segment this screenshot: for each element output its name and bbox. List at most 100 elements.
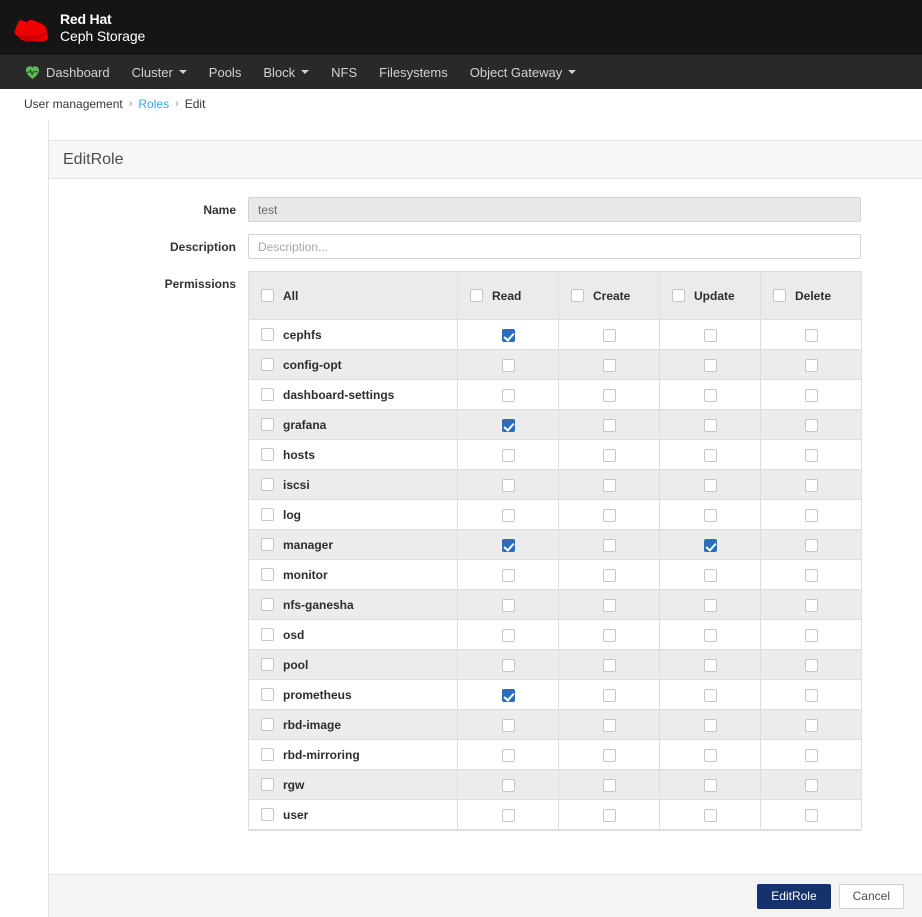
row-checkbox-read[interactable] [501, 689, 515, 703]
row-checkbox-create[interactable] [602, 359, 616, 373]
row-checkbox-all[interactable] [261, 778, 274, 791]
row-checkbox-update[interactable] [703, 659, 717, 673]
row-checkbox-create[interactable] [602, 419, 616, 433]
row-checkbox-create[interactable] [602, 809, 616, 823]
row-checkbox-all[interactable] [261, 718, 274, 731]
row-checkbox-read[interactable] [501, 539, 515, 553]
nav-item-filesystems[interactable]: Filesystems [368, 55, 459, 89]
row-checkbox-read[interactable] [501, 599, 515, 613]
nav-item-dashboard[interactable]: Dashboard [14, 55, 121, 89]
row-checkbox-all[interactable] [261, 628, 274, 641]
row-checkbox-all[interactable] [261, 568, 274, 581]
row-checkbox-read[interactable] [501, 659, 515, 673]
row-checkbox-delete[interactable] [804, 719, 818, 733]
row-checkbox-create[interactable] [602, 389, 616, 403]
nav-item-cluster[interactable]: Cluster [121, 55, 198, 89]
row-checkbox-all[interactable] [261, 808, 274, 821]
row-checkbox-delete[interactable] [804, 509, 818, 523]
row-checkbox-read[interactable] [501, 749, 515, 763]
description-input[interactable] [248, 234, 861, 259]
row-checkbox-create[interactable] [602, 719, 616, 733]
row-checkbox-delete[interactable] [804, 449, 818, 463]
row-checkbox-create[interactable] [602, 779, 616, 793]
row-checkbox-all[interactable] [261, 508, 274, 521]
cancel-button[interactable]: Cancel [838, 884, 904, 909]
row-checkbox-read[interactable] [501, 629, 515, 643]
header-checkbox-update[interactable] [672, 289, 685, 302]
row-checkbox-delete[interactable] [804, 659, 818, 673]
row-checkbox-delete[interactable] [804, 569, 818, 583]
row-checkbox-create[interactable] [602, 479, 616, 493]
header-checkbox-create[interactable] [571, 289, 584, 302]
row-checkbox-all[interactable] [261, 658, 274, 671]
nav-item-pools[interactable]: Pools [198, 55, 253, 89]
row-checkbox-read[interactable] [501, 359, 515, 373]
row-checkbox-update[interactable] [703, 719, 717, 733]
row-checkbox-create[interactable] [602, 329, 616, 343]
row-checkbox-update[interactable] [703, 479, 717, 493]
row-checkbox-read[interactable] [501, 479, 515, 493]
row-checkbox-update[interactable] [703, 329, 717, 343]
row-checkbox-delete[interactable] [804, 689, 818, 703]
row-checkbox-create[interactable] [602, 449, 616, 463]
row-checkbox-all[interactable] [261, 748, 274, 761]
row-checkbox-update[interactable] [703, 449, 717, 463]
header-checkbox-all[interactable] [261, 289, 274, 302]
row-checkbox-create[interactable] [602, 749, 616, 763]
row-checkbox-update[interactable] [703, 629, 717, 643]
nav-item-block[interactable]: Block [252, 55, 320, 89]
row-checkbox-all[interactable] [261, 328, 274, 341]
row-checkbox-create[interactable] [602, 509, 616, 523]
row-checkbox-update[interactable] [703, 779, 717, 793]
row-checkbox-delete[interactable] [804, 779, 818, 793]
row-checkbox-update[interactable] [703, 389, 717, 403]
row-checkbox-update[interactable] [703, 359, 717, 373]
row-checkbox-create[interactable] [602, 569, 616, 583]
row-checkbox-update[interactable] [703, 419, 717, 433]
header-checkbox-delete[interactable] [773, 289, 786, 302]
row-checkbox-all[interactable] [261, 478, 274, 491]
row-checkbox-read[interactable] [501, 509, 515, 523]
row-checkbox-update[interactable] [703, 569, 717, 583]
row-checkbox-delete[interactable] [804, 599, 818, 613]
row-checkbox-create[interactable] [602, 629, 616, 643]
row-checkbox-create[interactable] [602, 539, 616, 553]
row-checkbox-delete[interactable] [804, 329, 818, 343]
row-checkbox-update[interactable] [703, 749, 717, 763]
row-checkbox-read[interactable] [501, 809, 515, 823]
row-checkbox-delete[interactable] [804, 359, 818, 373]
row-checkbox-update[interactable] [703, 689, 717, 703]
name-input[interactable] [248, 197, 861, 222]
row-checkbox-update[interactable] [703, 539, 717, 553]
row-checkbox-delete[interactable] [804, 479, 818, 493]
submit-button[interactable]: EditRole [757, 884, 831, 909]
row-checkbox-create[interactable] [602, 659, 616, 673]
nav-item-nfs[interactable]: NFS [320, 55, 368, 89]
row-checkbox-all[interactable] [261, 448, 274, 461]
row-checkbox-read[interactable] [501, 569, 515, 583]
row-checkbox-update[interactable] [703, 509, 717, 523]
row-checkbox-all[interactable] [261, 598, 274, 611]
row-checkbox-read[interactable] [501, 719, 515, 733]
breadcrumb-item-roles[interactable]: Roles [138, 97, 169, 111]
row-checkbox-all[interactable] [261, 358, 274, 371]
row-checkbox-read[interactable] [501, 449, 515, 463]
row-checkbox-read[interactable] [501, 389, 515, 403]
row-checkbox-delete[interactable] [804, 749, 818, 763]
row-checkbox-read[interactable] [501, 419, 515, 433]
row-checkbox-read[interactable] [501, 329, 515, 343]
row-checkbox-all[interactable] [261, 388, 274, 401]
nav-item-object-gateway[interactable]: Object Gateway [459, 55, 588, 89]
row-checkbox-all[interactable] [261, 418, 274, 431]
row-checkbox-delete[interactable] [804, 629, 818, 643]
header-checkbox-read[interactable] [470, 289, 483, 302]
row-checkbox-create[interactable] [602, 599, 616, 613]
row-checkbox-all[interactable] [261, 688, 274, 701]
row-checkbox-delete[interactable] [804, 539, 818, 553]
row-checkbox-create[interactable] [602, 689, 616, 703]
row-checkbox-delete[interactable] [804, 419, 818, 433]
row-checkbox-delete[interactable] [804, 389, 818, 403]
row-checkbox-read[interactable] [501, 779, 515, 793]
row-checkbox-update[interactable] [703, 809, 717, 823]
brand-logo[interactable]: Red Hat Ceph Storage [14, 11, 145, 44]
